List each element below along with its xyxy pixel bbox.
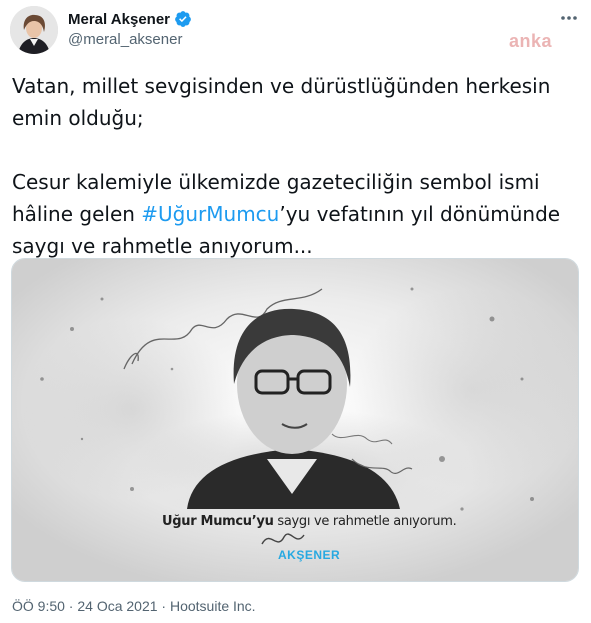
tweet-line: Vatan, millet sevgisinden ve dürüstlüğün… bbox=[12, 74, 551, 98]
avatar[interactable] bbox=[10, 6, 58, 54]
tweet-text-fragment: ’yu vefatının yıl dönümünde bbox=[279, 202, 561, 226]
tweet-line: hâline gelen #UğurMumcu’yu vefatının yıl… bbox=[12, 198, 577, 230]
tweet-timestamp[interactable]: ÖÖ 9:50 · 24 Oca 2021 · Hootsuite Inc. bbox=[12, 598, 256, 614]
handle[interactable]: @meral_aksener bbox=[68, 31, 182, 48]
media-caption: Uğur Mumcu’yu saygı ve rahmetle anıyorum… bbox=[162, 514, 457, 529]
portrait-illustration bbox=[12, 259, 578, 581]
tweet-text: Vatan, millet sevgisinden ve dürüstlüğün… bbox=[12, 70, 577, 262]
hashtag-link[interactable]: #UğurMumcu bbox=[141, 202, 279, 226]
caption-rest: saygı ve rahmetle anıyorum. bbox=[273, 514, 457, 529]
tweet-media-image[interactable]: Uğur Mumcu’yu saygı ve rahmetle anıyorum… bbox=[11, 258, 579, 582]
media-logo: AKŞENER bbox=[278, 548, 341, 562]
caption-bold: Uğur Mumcu’yu bbox=[162, 514, 274, 529]
tweet-line: emin olduğu; bbox=[12, 106, 144, 130]
more-options-icon[interactable] bbox=[558, 8, 580, 28]
verified-badge-icon bbox=[175, 11, 191, 27]
tweet-text-fragment: hâline gelen bbox=[12, 202, 142, 226]
watermark: anka bbox=[509, 31, 553, 51]
display-name[interactable]: Meral Akşener bbox=[68, 11, 170, 28]
tweet-line: Cesur kalemiyle ülkemizde gazeteciliğin … bbox=[12, 170, 540, 194]
